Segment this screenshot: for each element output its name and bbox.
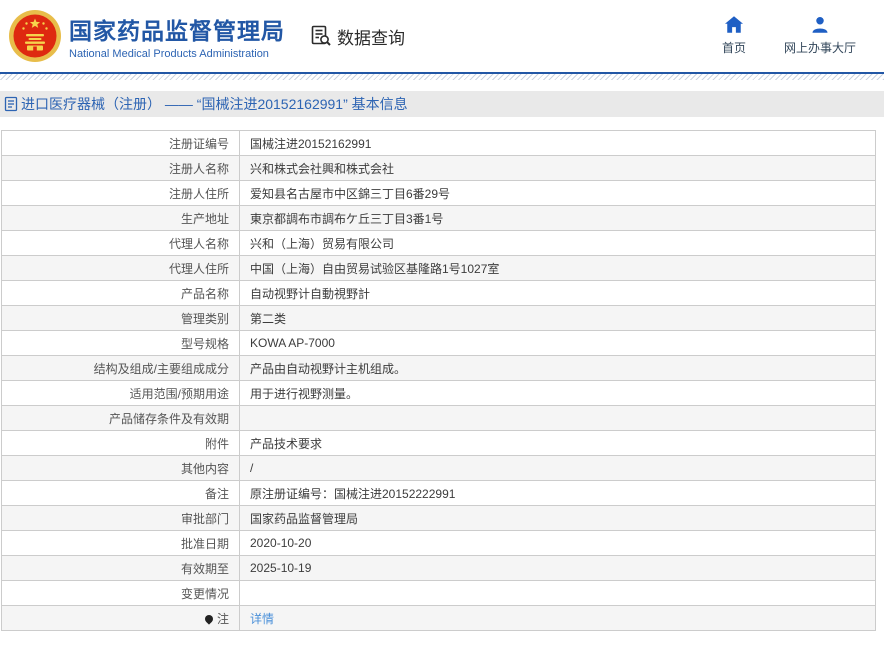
- row-value: 原注册证编号：国械注进20152222991: [239, 480, 876, 506]
- row-value: /: [239, 455, 876, 481]
- data-query-label: 数据查询: [337, 28, 405, 48]
- row-value: 兴和（上海）贸易有限公司: [239, 230, 876, 256]
- nav-service-hall[interactable]: 网上办事大厅: [784, 16, 856, 56]
- row-label: 变更情况: [1, 580, 240, 606]
- row-value: 2020-10-20: [239, 530, 876, 556]
- row-label: 注: [1, 605, 240, 631]
- row-label: 有效期至: [1, 555, 240, 581]
- table-row: 备注 原注册证编号：国械注进20152222991: [1, 480, 876, 506]
- table-row: 变更情况: [1, 580, 876, 606]
- breadcrumb: 进口医疗器械（注册） —— “国械注进20152162991” 基本信息: [0, 91, 884, 117]
- table-row: 有效期至 2025-10-19: [1, 555, 876, 581]
- site-subtitle: National Medical Products Administration: [69, 48, 269, 60]
- row-label: 产品储存条件及有效期: [1, 405, 240, 431]
- site-title: 国家药品监督管理局: [69, 18, 285, 44]
- table-row: 注册人住所 爱知县名古屋市中区錦三丁目6番29号: [1, 180, 876, 206]
- table-row: 注册证编号 国械注进20152162991: [1, 130, 876, 156]
- table-row: 产品储存条件及有效期: [1, 405, 876, 431]
- table-row: 代理人名称 兴和（上海）贸易有限公司: [1, 230, 876, 256]
- row-value: KOWA AP-7000: [239, 330, 876, 356]
- top-nav: 首页 网上办事大厅: [722, 16, 856, 56]
- user-icon: [811, 16, 829, 33]
- row-label: 注册人住所: [1, 180, 240, 206]
- row-value: 2025-10-19: [239, 555, 876, 581]
- document-icon: [4, 96, 18, 112]
- row-label: 附件: [1, 430, 240, 456]
- row-label: 结构及组成/主要组成成分: [1, 355, 240, 381]
- row-label: 生产地址: [1, 205, 240, 231]
- brand[interactable]: 国家药品监督管理局 National Medical Products Admi…: [8, 9, 285, 63]
- table-row: 附件 产品技术要求: [1, 430, 876, 456]
- row-value: 产品技术要求: [239, 430, 876, 456]
- row-value: 产品由自动视野计主机组成。: [239, 355, 876, 381]
- row-label: 代理人名称: [1, 230, 240, 256]
- nav-service-hall-label: 网上办事大厅: [783, 41, 856, 55]
- row-value: 中国（上海）自由贸易试验区基隆路1号1027室: [239, 255, 876, 281]
- table-row: 其他内容 /: [1, 455, 876, 481]
- nav-home-label: 首页: [721, 41, 746, 55]
- nav-home[interactable]: 首页: [722, 16, 746, 56]
- home-icon: [724, 16, 743, 33]
- row-label: 批准日期: [1, 530, 240, 556]
- row-label: 代理人住所: [1, 255, 240, 281]
- document-search-icon: [309, 24, 333, 48]
- row-value: 東京都調布市調布ケ丘三丁目3番1号: [239, 205, 876, 231]
- row-value: [239, 580, 876, 606]
- row-value: 爱知县名古屋市中区錦三丁目6番29号: [239, 180, 876, 206]
- row-label: 审批部门: [1, 505, 240, 531]
- row-value: 第二类: [239, 305, 876, 331]
- table-row: 批准日期 2020-10-20: [1, 530, 876, 556]
- table-row: 注 详情: [1, 605, 876, 631]
- row-label: 备注: [1, 480, 240, 506]
- header-stripe-divider: [0, 74, 884, 80]
- row-value: 用于进行视野测量。: [239, 380, 876, 406]
- table-row: 代理人住所 中国（上海）自由贸易试验区基隆路1号1027室: [1, 255, 876, 281]
- pin-icon: [203, 613, 215, 625]
- row-label: 适用范围/预期用途: [1, 380, 240, 406]
- row-value: 详情: [239, 605, 876, 631]
- site-header: 国家药品监督管理局 National Medical Products Admi…: [0, 0, 884, 74]
- data-query-nav[interactable]: 数据查询: [309, 24, 405, 49]
- row-label: 管理类别: [1, 305, 240, 331]
- row-label: 型号规格: [1, 330, 240, 356]
- table-row: 型号规格 KOWA AP-7000: [1, 330, 876, 356]
- national-emblem-logo: [8, 9, 62, 63]
- row-value: 自动视野计自動視野計: [239, 280, 876, 306]
- table-row: 管理类别 第二类: [1, 305, 876, 331]
- table-row: 生产地址 東京都調布市調布ケ丘三丁目3番1号: [1, 205, 876, 231]
- row-value: 兴和株式会社興和株式会社: [239, 155, 876, 181]
- table-row: 适用范围/预期用途 用于进行视野测量。: [1, 380, 876, 406]
- row-value: 国家药品监督管理局: [239, 505, 876, 531]
- table-row: 审批部门 国家药品监督管理局: [1, 505, 876, 531]
- table-row: 产品名称 自动视野计自動視野計: [1, 280, 876, 306]
- row-label: 注册证编号: [1, 130, 240, 156]
- row-value: [239, 405, 876, 431]
- table-row: 注册人名称 兴和株式会社興和株式会社: [1, 155, 876, 181]
- info-table-body: 注册证编号 国械注进20152162991 注册人名称 兴和株式会社興和株式会社…: [1, 130, 876, 631]
- table-row: 结构及组成/主要组成成分 产品由自动视野计主机组成。: [1, 355, 876, 381]
- row-label: 产品名称: [1, 280, 240, 306]
- info-table: 注册证编号 国械注进20152162991 注册人名称 兴和株式会社興和株式会社…: [1, 130, 876, 631]
- breadcrumb-text: 进口医疗器械（注册） —— “国械注进20152162991” 基本信息: [21, 96, 408, 112]
- row-label: 其他内容: [1, 455, 240, 481]
- detail-link[interactable]: 详情: [250, 612, 274, 626]
- row-label: 注册人名称: [1, 155, 240, 181]
- row-value: 国械注进20152162991: [239, 130, 876, 156]
